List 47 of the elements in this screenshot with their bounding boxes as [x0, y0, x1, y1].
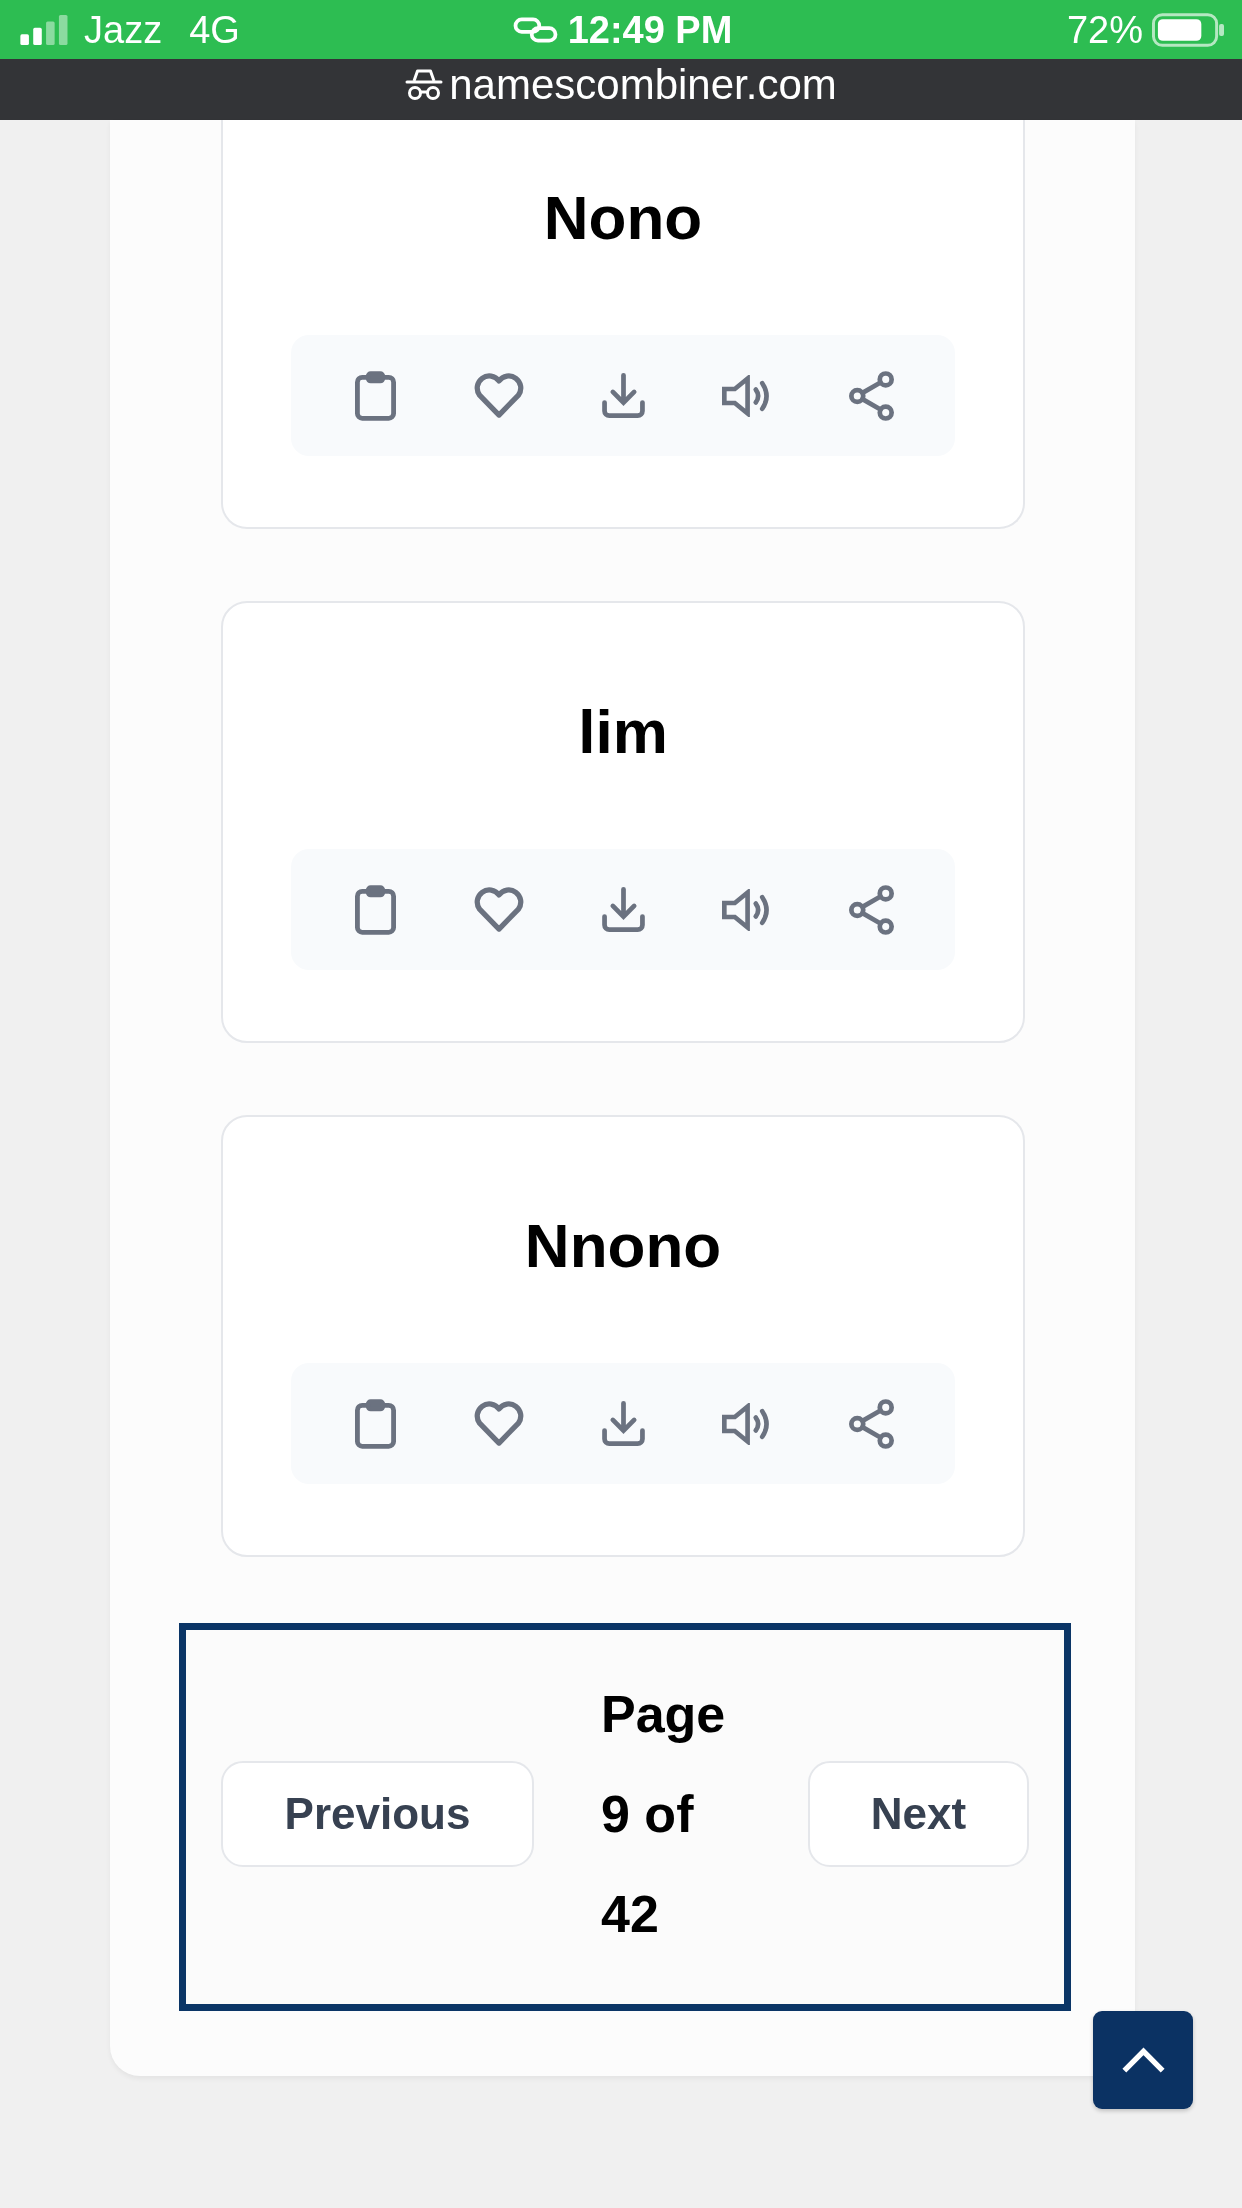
- clipboard-icon: [354, 1398, 396, 1449]
- speaker-icon: [722, 888, 772, 931]
- copy-button[interactable]: [354, 1398, 396, 1449]
- heart-icon: [474, 372, 524, 419]
- download-button[interactable]: [601, 1401, 645, 1446]
- clock-time: 12:49 PM: [567, 7, 733, 52]
- copy-button[interactable]: [354, 370, 396, 421]
- speaker-icon: [722, 374, 772, 417]
- download-icon: [601, 373, 645, 418]
- url-text[interactable]: namescombiner.com: [449, 60, 837, 109]
- next-button[interactable]: Next: [808, 1761, 1029, 1867]
- share-icon: [848, 370, 894, 421]
- clipboard-icon: [354, 884, 396, 935]
- share-button[interactable]: [848, 370, 894, 421]
- battery-icon: [1152, 12, 1225, 47]
- favorite-button[interactable]: [474, 1400, 524, 1447]
- speaker-icon: [722, 1402, 772, 1445]
- share-icon: [848, 884, 894, 935]
- name-title: Nono: [542, 182, 704, 254]
- speak-button[interactable]: [722, 888, 772, 931]
- name-title: lim: [577, 696, 669, 768]
- speak-button[interactable]: [722, 1402, 772, 1445]
- download-button[interactable]: [601, 373, 645, 418]
- share-button[interactable]: [848, 1398, 894, 1449]
- download-button[interactable]: [601, 887, 645, 932]
- download-icon: [601, 1401, 645, 1446]
- battery-percent: 72%: [1066, 7, 1143, 52]
- download-icon: [601, 887, 645, 932]
- network-type: 4G: [189, 7, 240, 52]
- name-title: Nnono: [523, 1210, 723, 1282]
- page-indicator: Page 9 of 42: [601, 1684, 727, 1945]
- signal-icon: [20, 14, 70, 45]
- previous-button[interactable]: Previous: [221, 1761, 534, 1867]
- share-button[interactable]: [848, 884, 894, 935]
- favorite-button[interactable]: [474, 886, 524, 933]
- favorite-button[interactable]: [474, 372, 524, 419]
- heart-icon: [474, 886, 524, 933]
- share-icon: [848, 1398, 894, 1449]
- clipboard-icon: [354, 370, 396, 421]
- carrier-name: Jazz: [84, 7, 163, 52]
- link-icon: [512, 16, 558, 43]
- heart-icon: [474, 1400, 524, 1447]
- scroll-top-button[interactable]: [1093, 2011, 1193, 2109]
- copy-button[interactable]: [354, 884, 396, 935]
- hat-glasses-icon: [405, 67, 444, 102]
- speak-button[interactable]: [722, 374, 772, 417]
- chevron-up-icon: [1120, 2046, 1166, 2074]
